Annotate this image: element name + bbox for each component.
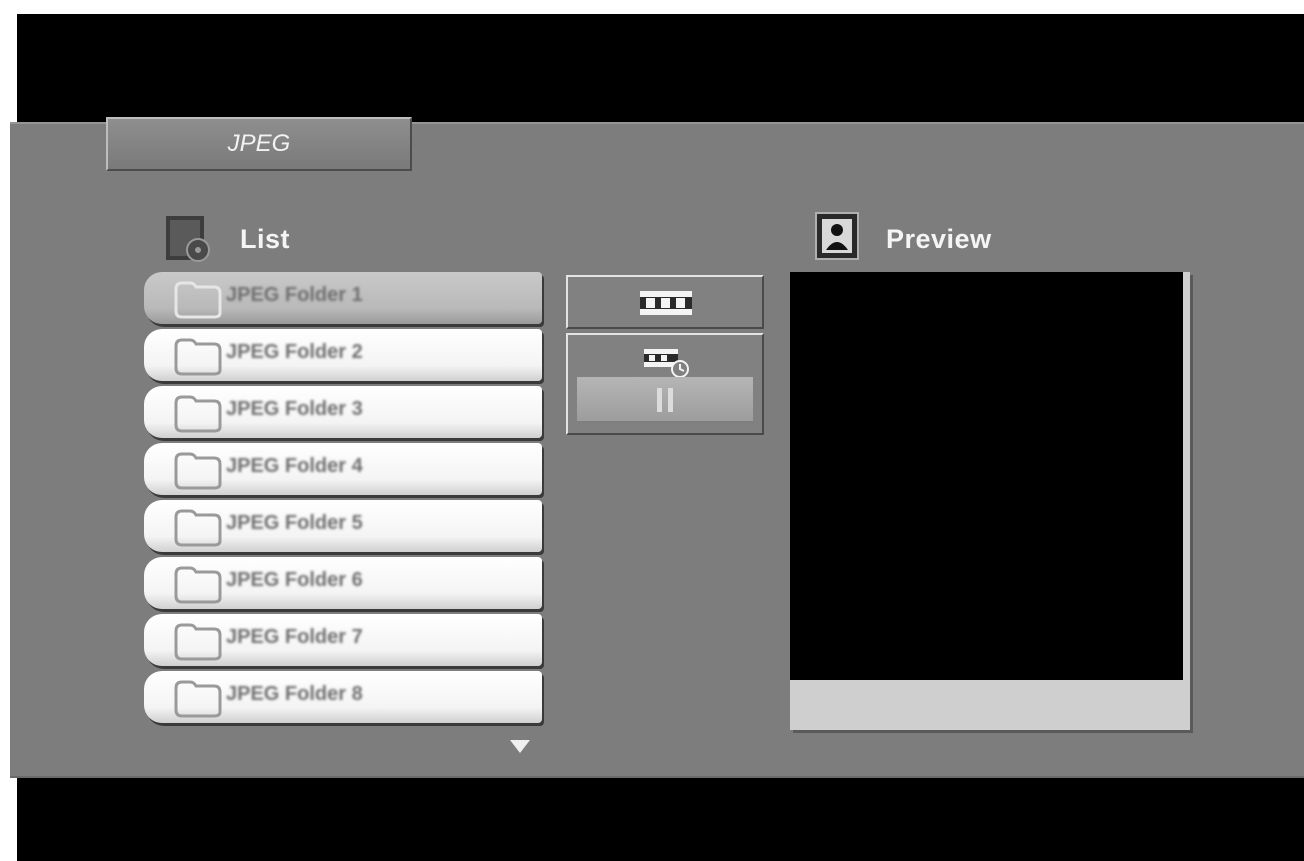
list-item[interactable]: JPEG Folder 4 <box>144 443 542 495</box>
list-title: List <box>240 224 291 254</box>
speed-level-bar[interactable] <box>577 377 753 423</box>
folder-list-icon <box>166 216 210 262</box>
down-arrow-icon[interactable] <box>510 740 530 753</box>
film-strip-clock-icon <box>644 349 689 378</box>
list-item[interactable]: JPEG Folder 5 <box>144 500 542 552</box>
portrait-icon <box>815 212 859 260</box>
list-item-label: JPEG Folder 3 <box>226 398 363 420</box>
list-item-label: JPEG Folder 7 <box>226 626 363 648</box>
film-strip-icon <box>640 291 692 315</box>
list-item-label: JPEG Folder 1 <box>226 284 363 306</box>
list-item[interactable]: JPEG Folder 3 <box>144 386 542 438</box>
slideshow-button[interactable] <box>566 275 764 329</box>
list-item[interactable]: JPEG Folder 1 <box>144 272 542 324</box>
list-item-label: JPEG Folder 4 <box>226 455 363 477</box>
list-item[interactable]: JPEG Folder 6 <box>144 557 542 609</box>
list-item[interactable]: JPEG Folder 2 <box>144 329 542 381</box>
folder-icon <box>174 680 222 718</box>
preview-image-area <box>790 272 1183 680</box>
list-item-label: JPEG Folder 5 <box>226 512 363 534</box>
folder-icon <box>174 281 222 319</box>
list-item-label: JPEG Folder 6 <box>226 569 363 591</box>
preview-frame <box>790 272 1190 730</box>
file-list: JPEG Folder 1 JPEG Folder 2 JPEG Folder … <box>144 272 544 728</box>
folder-icon <box>174 509 222 547</box>
list-item[interactable]: JPEG Folder 7 <box>144 614 542 666</box>
folder-icon <box>174 338 222 376</box>
preview-title: Preview <box>886 224 992 254</box>
folder-icon <box>174 566 222 604</box>
mode-tab-label: JPEG <box>227 130 291 157</box>
folder-icon <box>174 623 222 661</box>
pause-bars-icon <box>657 388 673 412</box>
list-item-label: JPEG Folder 8 <box>226 683 363 705</box>
folder-icon <box>174 395 222 433</box>
list-item[interactable]: JPEG Folder 8 <box>144 671 542 723</box>
mode-tab-jpeg[interactable]: JPEG <box>106 117 412 171</box>
folder-icon <box>174 452 222 490</box>
list-item-label: JPEG Folder 2 <box>226 341 363 363</box>
